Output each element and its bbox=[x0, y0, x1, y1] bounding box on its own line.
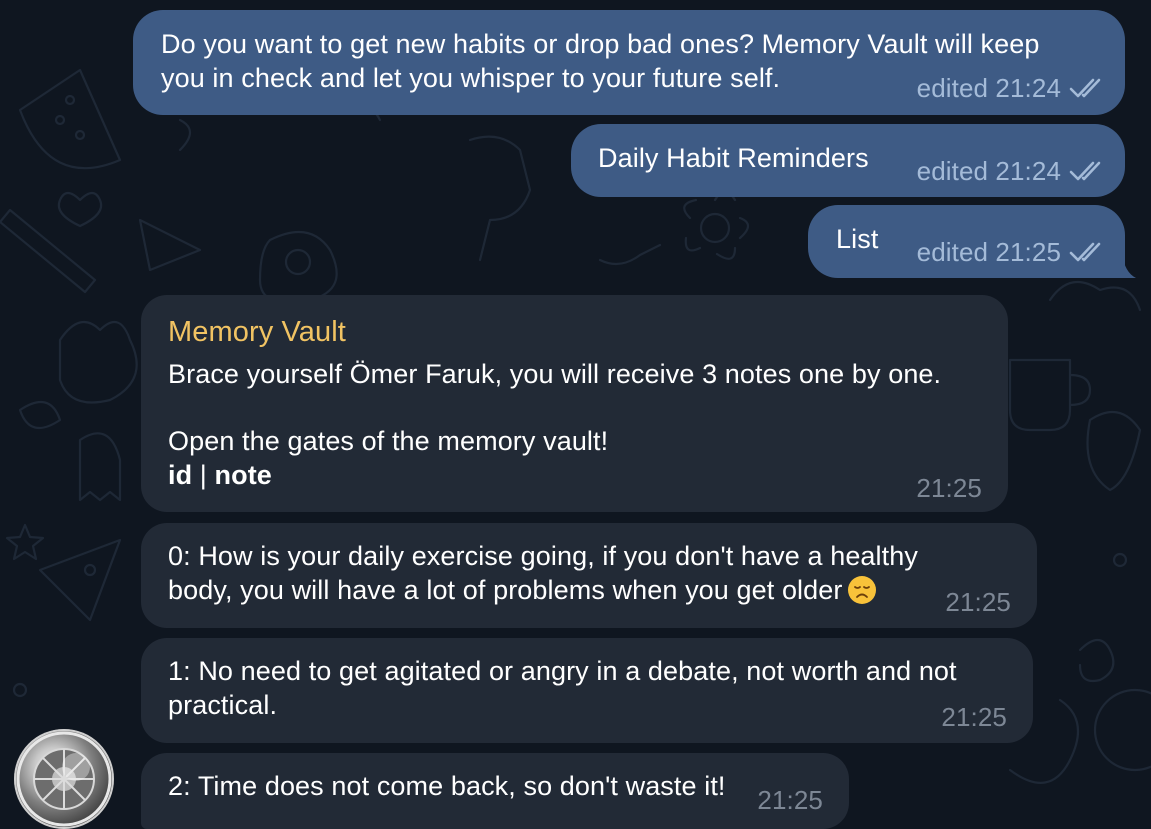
message-text-span: body, you will have a lot of problems wh… bbox=[168, 575, 843, 605]
note-message[interactable]: 0: How is your daily exercise going, if … bbox=[141, 523, 1037, 628]
message-text: 2: Time does not come back, so don't was… bbox=[168, 771, 726, 801]
message-time: 21:25 bbox=[916, 473, 982, 503]
message-edited-time: edited 21:24 bbox=[916, 156, 1061, 186]
message-meta: edited 21:25 bbox=[917, 237, 1107, 267]
outgoing-message[interactable]: Daily Habit Reminders edited 21:24 bbox=[571, 124, 1125, 197]
disappointed-face-icon bbox=[848, 576, 877, 604]
bot-message[interactable]: Memory Vault Brace yourself Ömer Faruk, … bbox=[141, 295, 1008, 512]
message-time: 21:25 bbox=[945, 587, 1011, 617]
double-check-icon bbox=[1069, 78, 1101, 98]
message-text-line: 0: How is your daily exercise going, if … bbox=[168, 541, 918, 571]
message-text: Daily Habit Reminders bbox=[598, 143, 869, 173]
notes-header: id | note bbox=[168, 458, 272, 492]
double-check-icon bbox=[1069, 242, 1101, 262]
message-text-line: you in check and let you whisper to your… bbox=[161, 63, 781, 93]
header-note: note bbox=[214, 460, 272, 490]
message-text-line: practical. bbox=[168, 690, 278, 720]
message-text-line: 1: No need to get agitated or angry in a… bbox=[168, 656, 957, 686]
note-message[interactable]: 2: Time does not come back, so don't was… bbox=[141, 753, 849, 829]
outgoing-message[interactable]: List edited 21:25 bbox=[808, 205, 1125, 278]
vault-door-icon bbox=[16, 731, 112, 827]
message-meta: edited 21:24 bbox=[917, 156, 1107, 186]
message-text-line: Do you want to get new habits or drop ba… bbox=[161, 29, 1040, 59]
message-text-line: body, you will have a lot of problems wh… bbox=[168, 573, 877, 607]
header-separator: | bbox=[192, 460, 215, 490]
outgoing-message[interactable]: Do you want to get new habits or drop ba… bbox=[133, 10, 1125, 115]
message-edited-time: edited 21:25 bbox=[916, 237, 1061, 267]
message-text-line: Brace yourself Ömer Faruk, you will rece… bbox=[168, 359, 942, 389]
header-id: id bbox=[168, 460, 193, 490]
note-message[interactable]: 1: No need to get agitated or angry in a… bbox=[141, 638, 1033, 743]
message-meta: edited 21:24 bbox=[917, 73, 1107, 103]
message-time: 21:25 bbox=[757, 785, 823, 815]
message-edited-time: edited 21:24 bbox=[916, 73, 1061, 103]
double-check-icon bbox=[1069, 161, 1101, 181]
bubble-tail bbox=[1118, 252, 1136, 278]
message-time: 21:25 bbox=[941, 702, 1007, 732]
message-text: List bbox=[836, 224, 879, 254]
sender-name[interactable]: Memory Vault bbox=[168, 315, 346, 349]
message-text-line: Open the gates of the memory vault! bbox=[168, 426, 609, 456]
vault-door-avatar[interactable] bbox=[14, 729, 114, 829]
